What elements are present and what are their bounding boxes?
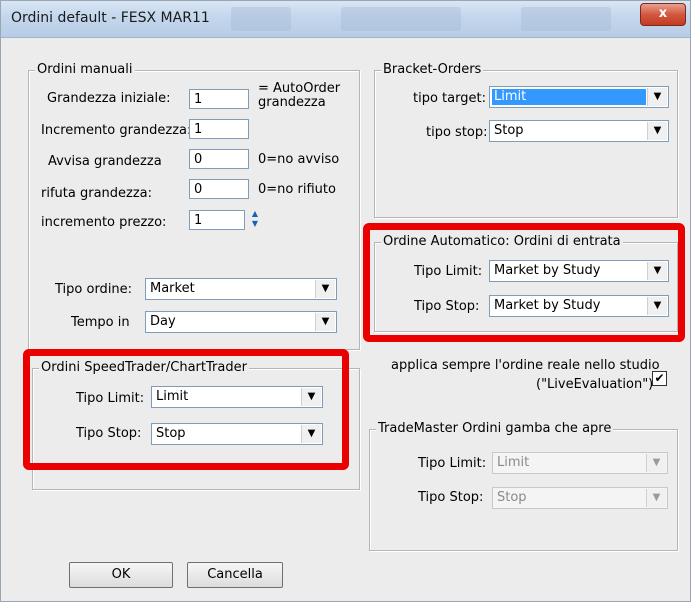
tipo-stop-label: tipo stop:	[426, 125, 488, 140]
trademaster-limit-value: Limit	[497, 455, 530, 470]
checkmark-icon: ✔	[654, 371, 665, 385]
live-evaluation-label-2: ("LiveEvaluation")	[536, 377, 654, 392]
tipo-ordine-label: Tipo ordine:	[55, 282, 133, 297]
title-bar[interactable]: Ordini default - FESX MAR11 x	[1, 1, 690, 38]
grandezza-iniziale-label: Grandezza iniziale:	[47, 91, 171, 106]
autoorder-note: = AutoOrder grandezza	[258, 81, 341, 110]
dropdown-arrow-icon[interactable]: ▼	[646, 489, 666, 507]
live-evaluation-label: applica sempre l'ordine reale nello stud…	[391, 358, 660, 373]
trademaster-stop-label: Tipo Stop:	[418, 490, 484, 505]
selection-highlight: Limit	[492, 89, 646, 105]
avvisa-grandezza-label: Avvisa grandezza	[48, 154, 162, 169]
incremento-prezzo-label: incremento prezzo:	[41, 215, 167, 230]
dropdown-arrow-icon[interactable]: ▼	[647, 122, 667, 140]
background-blur	[231, 7, 291, 31]
rifiuta-grandezza-label: rifuta grandezza:	[41, 186, 153, 201]
trademaster-title: TradeMaster Ordini gamba che apre	[376, 421, 614, 436]
tipo-target-label: tipo target:	[413, 91, 486, 106]
ok-button[interactable]: OK	[69, 562, 173, 588]
trademaster-limit-select[interactable]: Limit ▼	[492, 452, 668, 474]
dropdown-arrow-icon[interactable]: ▼	[315, 313, 335, 331]
tipo-ordine-select[interactable]: Market ▼	[145, 278, 337, 300]
dialog-window: Ordini default - FESX MAR11 x Ordini man…	[0, 0, 691, 602]
no-rifiuto-note: 0=no rifiuto	[258, 182, 336, 197]
trademaster-stop-value: Stop	[497, 490, 527, 505]
live-evaluation-checkbox[interactable]: ✔	[652, 371, 667, 386]
tipo-target-select[interactable]: Limit ▼	[489, 86, 669, 108]
background-blur	[341, 7, 461, 31]
rifiuta-grandezza-input[interactable]	[189, 179, 249, 199]
tipo-target-value: Limit	[494, 89, 527, 104]
highlight-box-speedtrader	[23, 349, 349, 470]
background-blur	[521, 7, 611, 31]
cancel-button[interactable]: Cancella	[187, 562, 283, 588]
trademaster-limit-label: Tipo Limit:	[418, 456, 487, 471]
tipo-ordine-value: Market	[150, 281, 195, 296]
incremento-grandezza-input[interactable]	[189, 119, 249, 139]
tipo-stop-select[interactable]: Stop ▼	[489, 120, 669, 142]
tipo-stop-value: Stop	[494, 123, 524, 138]
dropdown-arrow-icon[interactable]: ▼	[646, 454, 666, 472]
highlight-box-automatic	[363, 223, 685, 342]
close-button[interactable]: x	[640, 3, 686, 26]
bracket-orders-title: Bracket-Orders	[381, 62, 484, 77]
close-icon: x	[658, 6, 668, 21]
manual-orders-title: Ordini manuali	[35, 62, 135, 77]
tempo-in-label: Tempo in	[71, 315, 130, 330]
no-avviso-note: 0=no avviso	[258, 152, 340, 167]
dropdown-arrow-icon[interactable]: ▼	[315, 280, 335, 298]
spin-down-icon[interactable]: ▼	[248, 219, 262, 229]
trademaster-stop-select[interactable]: Stop ▼	[492, 487, 668, 509]
incremento-prezzo-input[interactable]	[189, 210, 245, 230]
incremento-grandezza-label: Incremento grandezza:	[41, 123, 192, 138]
grandezza-iniziale-input[interactable]	[189, 89, 249, 109]
tempo-in-select[interactable]: Day ▼	[145, 311, 337, 333]
avvisa-grandezza-input[interactable]	[189, 149, 249, 169]
dropdown-arrow-icon[interactable]: ▼	[647, 88, 667, 106]
window-title: Ordini default - FESX MAR11	[11, 10, 210, 26]
price-increment-spinner[interactable]: ▲ ▼	[248, 209, 262, 231]
spin-up-icon[interactable]: ▲	[248, 209, 262, 219]
tempo-in-value: Day	[150, 314, 176, 329]
